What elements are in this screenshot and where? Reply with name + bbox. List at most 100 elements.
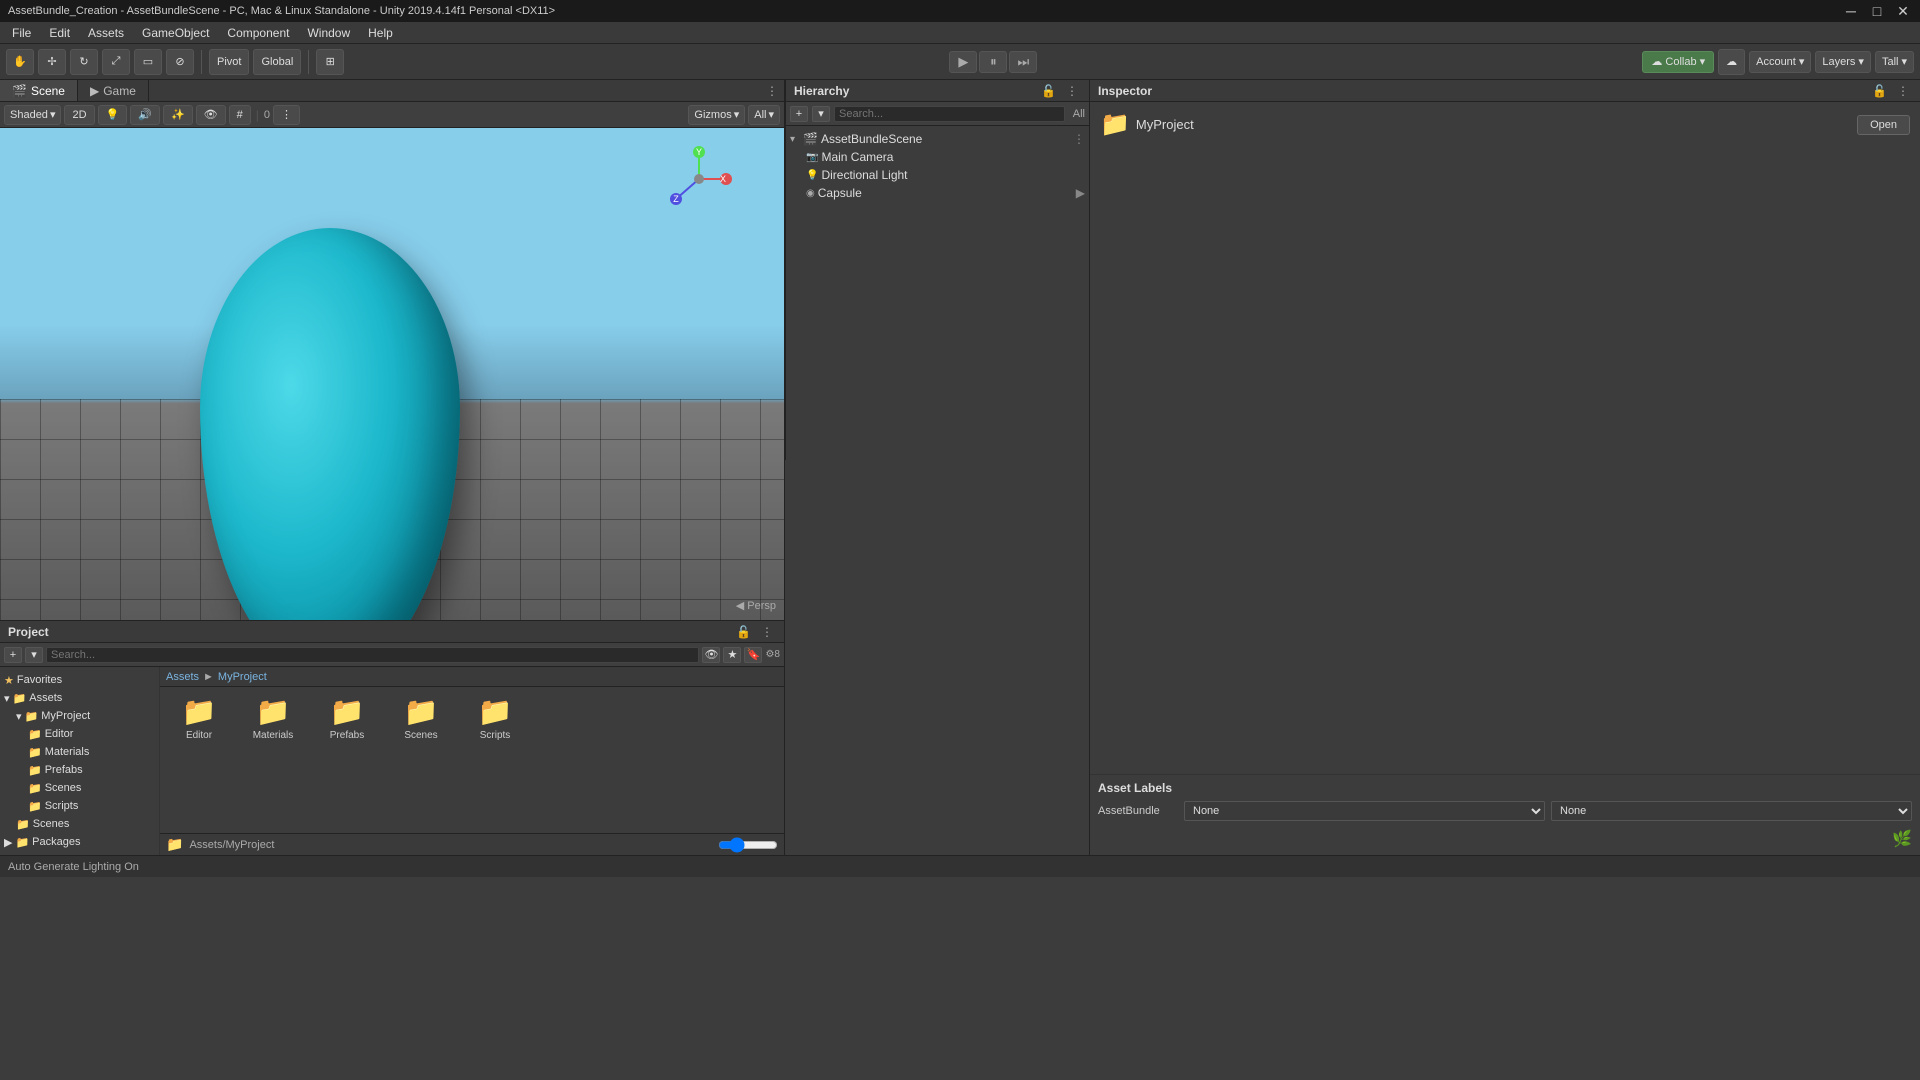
shading-mode-dropdown[interactable]: Shaded ▾ (4, 105, 61, 125)
asset-labels-leaf-icon[interactable]: 🌿 (1892, 829, 1912, 849)
project-prefabs[interactable]: 📁 Prefabs (0, 761, 159, 779)
layers-dropdown[interactable]: Layers ▾ (1815, 51, 1871, 73)
project-packages[interactable]: ▶ 📁 Packages (0, 833, 159, 851)
scripts-file-icon: 📁 (478, 695, 513, 728)
maximize-button[interactable]: □ (1868, 3, 1886, 20)
scene-fx-btn[interactable]: ✨ (163, 105, 193, 125)
file-materials[interactable]: 📁 Materials (238, 691, 308, 745)
right-column: Hierarchy 🔓 ⋮ + ▾ All ▾ 🎬 (784, 80, 1920, 855)
hierarchy-search-input[interactable] (834, 106, 1065, 122)
scene-more-btn[interactable]: ⋮ (1073, 132, 1085, 146)
tab-game[interactable]: ▶ Game (78, 80, 149, 101)
hierarchy-capsule[interactable]: ◉ Capsule ▶ (786, 184, 1089, 202)
inspector-more-btn[interactable]: ⋮ (1894, 83, 1912, 99)
file-prefabs[interactable]: 📁 Prefabs (312, 691, 382, 745)
menu-window[interactable]: Window (299, 24, 358, 42)
hierarchy-dropdown-btn[interactable]: ▾ (812, 106, 830, 122)
project-scenes-top[interactable]: 📁 Scenes (0, 815, 159, 833)
prefabs-label: Prefabs (45, 764, 83, 776)
pivot-button[interactable]: Pivot (209, 49, 249, 75)
project-add-btn[interactable]: + (4, 647, 22, 663)
hierarchy-content: ▾ 🎬 AssetBundleScene ⋮ 📷 Main Camera 💡 D… (786, 126, 1089, 460)
scene-hidden-btn[interactable]: 👁 (196, 105, 226, 125)
title-bar-controls[interactable]: ─ □ ✕ (1842, 3, 1912, 20)
menu-assets[interactable]: Assets (80, 24, 132, 42)
star-icon: ★ (4, 674, 14, 687)
file-scenes[interactable]: 📁 Scenes (386, 691, 456, 745)
file-editor[interactable]: 📁 Editor (164, 691, 234, 745)
menu-component[interactable]: Component (219, 24, 297, 42)
cloud-button[interactable]: ☁ (1718, 49, 1745, 75)
menu-file[interactable]: File (4, 24, 39, 42)
project-header-controls: 🔓 ⋮ (733, 624, 776, 640)
scene-light-btn[interactable]: 💡 (98, 105, 128, 125)
file-scripts[interactable]: 📁 Scripts (460, 691, 530, 745)
close-button[interactable]: ✕ (1894, 3, 1912, 20)
project-more-btn[interactable]: ⋮ (758, 624, 776, 640)
project-assets-root[interactable]: ▾ 📁 Assets (0, 689, 159, 707)
project-myproject[interactable]: ▾ 📁 MyProject (0, 707, 159, 725)
play-button[interactable]: ▶ (949, 51, 977, 73)
breadcrumb-myproject[interactable]: MyProject (218, 671, 267, 683)
pause-button[interactable]: ⏸ (979, 51, 1007, 73)
hierarchy-main-camera[interactable]: 📷 Main Camera (786, 148, 1089, 166)
tab-scene[interactable]: 🎬 Scene (0, 80, 78, 101)
breadcrumb-assets[interactable]: Assets (166, 671, 199, 683)
project-search-input[interactable] (46, 647, 699, 663)
grid-button[interactable]: ⊞ (316, 49, 344, 75)
collab-button[interactable]: ☁ Collab ▾ (1642, 51, 1714, 73)
tab-more-btn[interactable]: ⋮ (760, 80, 784, 101)
menu-gameobject[interactable]: GameObject (134, 24, 217, 42)
all-chevron-icon: ▾ (768, 108, 774, 121)
layout-dropdown[interactable]: Tall ▾ (1875, 51, 1914, 73)
project-bookmark-btn[interactable]: 🔖 (744, 647, 762, 663)
minimize-button[interactable]: ─ (1842, 3, 1860, 20)
tool-transform[interactable]: ⊘ (166, 49, 194, 75)
layers-label: Layers (1822, 56, 1855, 68)
hierarchy-more-btn[interactable]: ⋮ (1063, 83, 1081, 99)
hierarchy-lock-btn[interactable]: 🔓 (1038, 83, 1059, 99)
project-lock-btn[interactable]: 🔓 (733, 624, 754, 640)
tool-rect[interactable]: ▭ (134, 49, 162, 75)
capsule-more-btn[interactable]: ▶ (1076, 186, 1085, 200)
project-scripts[interactable]: 📁 Scripts (0, 797, 159, 815)
project-eye-btn[interactable]: 👁 (702, 647, 720, 663)
asset-bundle-row: AssetBundle None None (1098, 801, 1912, 821)
menu-help[interactable]: Help (360, 24, 401, 42)
editor-file-icon: 📁 (182, 695, 217, 728)
inspector-open-button[interactable]: Open (1857, 115, 1910, 135)
scene-viewport[interactable]: X Y Z ◀ Persp (0, 128, 784, 620)
project-favorites[interactable]: ★ Favorites (0, 671, 159, 689)
scene-grid-btn[interactable]: # (229, 105, 251, 125)
tool-move[interactable]: ✢ (38, 49, 66, 75)
inspector-lock-btn[interactable]: 🔓 (1869, 83, 1890, 99)
layers-chevron-icon: ▾ (1858, 55, 1864, 68)
tool-hand[interactable]: ✋ (6, 49, 34, 75)
2d-button[interactable]: 2D (64, 105, 94, 125)
project-dropdown-btn[interactable]: ▾ (25, 647, 43, 663)
right-toolbar: ☁ Collab ▾ ☁ Account ▾ Layers ▾ Tall ▾ (1642, 49, 1914, 75)
account-dropdown[interactable]: Account ▾ (1749, 51, 1811, 73)
project-toolbar: + ▾ 👁 ★ 🔖 ⚙8 (0, 643, 784, 667)
hierarchy-add-btn[interactable]: + (790, 106, 808, 122)
layout-label: Tall (1882, 56, 1899, 68)
tool-scale[interactable]: ⤢ (102, 49, 130, 75)
global-button[interactable]: Global (253, 49, 301, 75)
hierarchy-scene-root[interactable]: ▾ 🎬 AssetBundleScene ⋮ (786, 130, 1089, 148)
scene-extra-btn[interactable]: ⋮ (273, 105, 300, 125)
step-button[interactable]: ⏭ (1009, 51, 1037, 73)
tool-rotate[interactable]: ↻ (70, 49, 98, 75)
hierarchy-directional-light[interactable]: 💡 Directional Light (786, 166, 1089, 184)
project-zoom-slider[interactable] (718, 838, 778, 852)
project-materials[interactable]: 📁 Materials (0, 743, 159, 761)
project-scenes-sub[interactable]: 📁 Scenes (0, 779, 159, 797)
asset-bundle-select-1[interactable]: None (1184, 801, 1545, 821)
scene-audio-btn[interactable]: 🔊 (130, 105, 160, 125)
project-editor[interactable]: 📁 Editor (0, 725, 159, 743)
all-dropdown[interactable]: All ▾ (748, 105, 780, 125)
status-bar: Auto Generate Lighting On (0, 855, 1920, 877)
asset-bundle-select-2[interactable]: None (1551, 801, 1912, 821)
menu-edit[interactable]: Edit (41, 24, 78, 42)
project-star-btn[interactable]: ★ (723, 647, 741, 663)
gizmos-dropdown[interactable]: Gizmos ▾ (688, 105, 745, 125)
